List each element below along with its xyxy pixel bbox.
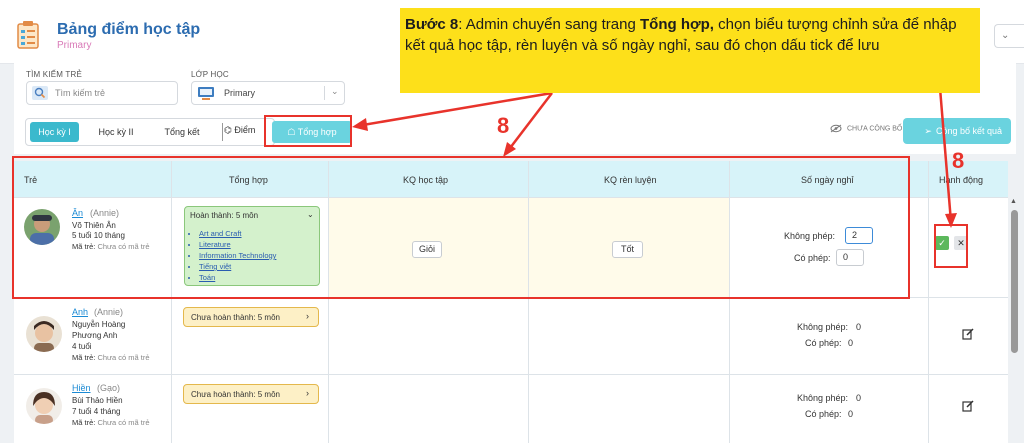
arrow-to-save-button xyxy=(938,87,953,223)
arrow-to-tong-hop xyxy=(356,91,553,128)
arrow-head xyxy=(352,118,368,131)
callout-step: Bước 8 xyxy=(405,16,459,33)
instruction-callout: Bước 8: Admin chuyển sang trang Tổng hợp… xyxy=(400,8,980,93)
arrow-head xyxy=(945,213,957,228)
step-badge: 8 xyxy=(952,148,965,173)
callout-bold: Tổng hợp, xyxy=(640,16,714,33)
step-badge: 8 xyxy=(497,113,510,138)
callout-text: : Admin chuyển sang trang xyxy=(458,16,640,33)
arrow-to-table-row xyxy=(506,92,553,153)
